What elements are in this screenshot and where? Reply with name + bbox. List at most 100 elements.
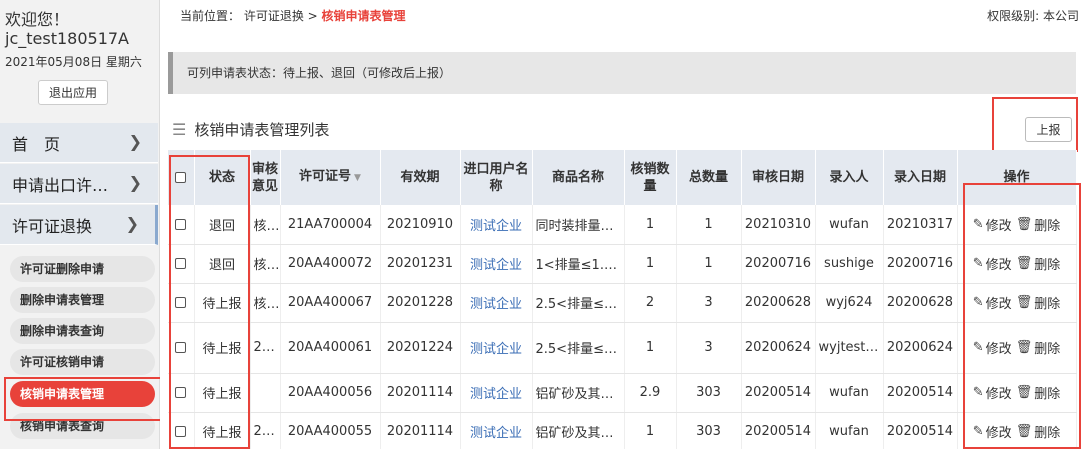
cell-valid: 20201231 — [380, 244, 461, 284]
highlight-frame — [963, 183, 1081, 449]
cell-total: 1 — [676, 244, 742, 284]
cell-audit-date: 20200514 — [741, 412, 816, 449]
cell-entry-date: 20210317 — [883, 205, 958, 245]
cell-opinion: 202… — [250, 412, 281, 449]
subnav-delete-form-manage[interactable]: 删除申请表管理 — [10, 287, 155, 313]
cell-qty: 1 — [624, 205, 677, 245]
cell-qty: 1 — [624, 412, 677, 449]
breadcrumb-current: 核销申请表管理 — [321, 9, 406, 23]
cell-opinion: 核… — [250, 205, 281, 245]
cell-entry-user: wyj624 — [815, 283, 884, 323]
col-valid: 有效期 — [380, 150, 461, 205]
nav-label: 许可证退换 — [12, 216, 93, 236]
username: jc_test180517A — [5, 29, 129, 48]
table-row: 退回 核… 21AA700004 20210910 测试企业 同时装排量≤… 1… — [168, 205, 1077, 245]
cell-audit-date: 20200716 — [741, 244, 816, 284]
cell-total: 3 — [676, 283, 742, 323]
cell-total: 303 — [676, 373, 742, 413]
table-header: 状态 审核意见 许可证号 ▼ 有效期 进口用户名称 商品名称 核销数量 总数量 审… — [168, 150, 1077, 205]
col-product: 商品名称 — [532, 150, 625, 205]
nav-item-license-return[interactable]: 许可证退换 ❯ — [0, 205, 158, 245]
cell-total: 1 — [676, 205, 742, 245]
cell-company-link[interactable]: 测试企业 — [460, 412, 533, 449]
cell-entry-user: wufan — [815, 373, 884, 413]
table-row: 待上报 202… 20AA400061 20201224 测试企业 2.5<排量… — [168, 322, 1077, 374]
cell-license: 20AA400072 — [280, 244, 381, 284]
cell-total: 303 — [676, 412, 742, 449]
cell-audit-date: 20200514 — [741, 373, 816, 413]
cell-company-link[interactable]: 测试企业 — [460, 373, 533, 413]
cell-entry-user: sushige — [815, 244, 884, 284]
col-entry-date: 录入日期 — [883, 150, 958, 205]
col-total: 总数量 — [676, 150, 742, 205]
cell-opinion: 核… — [250, 283, 281, 323]
cell-total: 3 — [676, 322, 742, 374]
cell-audit-date: 20200628 — [741, 283, 816, 323]
cell-entry-date: 20200628 — [883, 283, 958, 323]
cell-license: 20AA400061 — [280, 322, 381, 374]
sort-down-icon: ▼ — [354, 173, 361, 183]
writeoff-table: 状态 审核意见 许可证号 ▼ 有效期 进口用户名称 商品名称 核销数量 总数量 审… — [168, 150, 1077, 449]
cell-entry-date: 20200624 — [883, 322, 958, 374]
cell-valid: 20201224 — [380, 322, 461, 374]
cell-qty: 1 — [624, 322, 677, 374]
highlight-frame — [4, 377, 162, 421]
cell-entry-date: 20200514 — [883, 412, 958, 449]
cell-valid: 20201114 — [380, 373, 461, 413]
col-company: 进口用户名称 — [460, 150, 533, 205]
cell-company-link[interactable]: 测试企业 — [460, 322, 533, 374]
cell-opinion: 202… — [250, 322, 281, 374]
cell-license: 20AA400067 — [280, 283, 381, 323]
col-audit-date: 审核日期 — [741, 150, 816, 205]
cell-product: 铝矿砂及其… — [532, 412, 625, 449]
cell-product: 铝矿砂及其… — [532, 373, 625, 413]
cell-product: 2.5<排量≤3… — [532, 283, 625, 323]
nav-label: 申请出口许… — [12, 175, 109, 195]
col-license[interactable]: 许可证号 ▼ — [280, 150, 381, 205]
cell-entry-date: 20200514 — [883, 373, 958, 413]
highlight-frame — [169, 155, 250, 449]
cell-qty: 1 — [624, 244, 677, 284]
cell-valid: 20210910 — [380, 205, 461, 245]
table-row: 退回 核… 20AA400072 20201231 测试企业 1<排量≤1.5…… — [168, 244, 1077, 284]
cell-qty: 2 — [624, 283, 677, 323]
subnav-license-writeoff-apply[interactable]: 许可证核销申请 — [10, 349, 155, 375]
subnav-delete-form-query[interactable]: 删除申请表查询 — [10, 318, 155, 344]
cell-opinion: 核… — [250, 244, 281, 284]
cell-company-link[interactable]: 测试企业 — [460, 283, 533, 323]
main-content: 当前位置： 许可证退换 > 核销申请表管理 权限级别: 本公司 可列申请表状态：… — [160, 0, 1091, 449]
nav-item-home[interactable]: 首 页 ❯ — [0, 123, 158, 163]
permission-level: 权限级别: 本公司 — [987, 9, 1079, 23]
cell-product: 2.5<排量≤3… — [532, 322, 625, 374]
cell-entry-user: wufan — [815, 412, 884, 449]
cell-entry-user: wufan — [815, 205, 884, 245]
sidebar: 欢迎您！ jc_test180517A 2021年05月08日 星期六 退出应用… — [0, 0, 162, 449]
cell-license: 20AA400056 — [280, 373, 381, 413]
chevron-right-icon: ❯ — [128, 173, 142, 192]
cell-product: 同时装排量≤… — [532, 205, 625, 245]
status-notice: 可列申请表状态：待上报、退回（可修改后上报） — [168, 52, 1076, 94]
chevron-right-icon: ❯ — [128, 132, 142, 151]
cell-opinion — [250, 373, 281, 413]
table-row: 待上报 202… 20AA400055 20201114 测试企业 铝矿砂及其…… — [168, 412, 1077, 449]
list-icon: ☰ — [172, 120, 187, 139]
welcome-text: 欢迎您！ — [5, 10, 70, 29]
chevron-right-icon: ❯ — [125, 214, 139, 233]
nav-item-apply-export[interactable]: 申请出口许… ❯ — [0, 164, 158, 204]
cell-qty: 2.9 — [624, 373, 677, 413]
table-row: 待上报 20AA400056 20201114 测试企业 铝矿砂及其… 2.9 … — [168, 373, 1077, 413]
cell-valid: 20201114 — [380, 412, 461, 449]
logout-button[interactable]: 退出应用 — [38, 80, 108, 105]
cell-audit-date: 20210310 — [741, 205, 816, 245]
date-text: 2021年05月08日 星期六 — [5, 55, 142, 69]
cell-company-link[interactable]: 测试企业 — [460, 205, 533, 245]
highlight-frame — [992, 97, 1078, 152]
col-entry-user: 录入人 — [815, 150, 884, 205]
cell-product: 1<排量≤1.5… — [532, 244, 625, 284]
cell-entry-user: wyjtest03 — [815, 322, 884, 374]
nav-label: 首 页 — [12, 134, 61, 154]
breadcrumb-parent[interactable]: 许可证退换 — [244, 9, 304, 23]
subnav-license-delete-apply[interactable]: 许可证删除申请 — [10, 256, 155, 282]
cell-company-link[interactable]: 测试企业 — [460, 244, 533, 284]
list-title: ☰ 核销申请表管理列表 — [172, 120, 330, 139]
